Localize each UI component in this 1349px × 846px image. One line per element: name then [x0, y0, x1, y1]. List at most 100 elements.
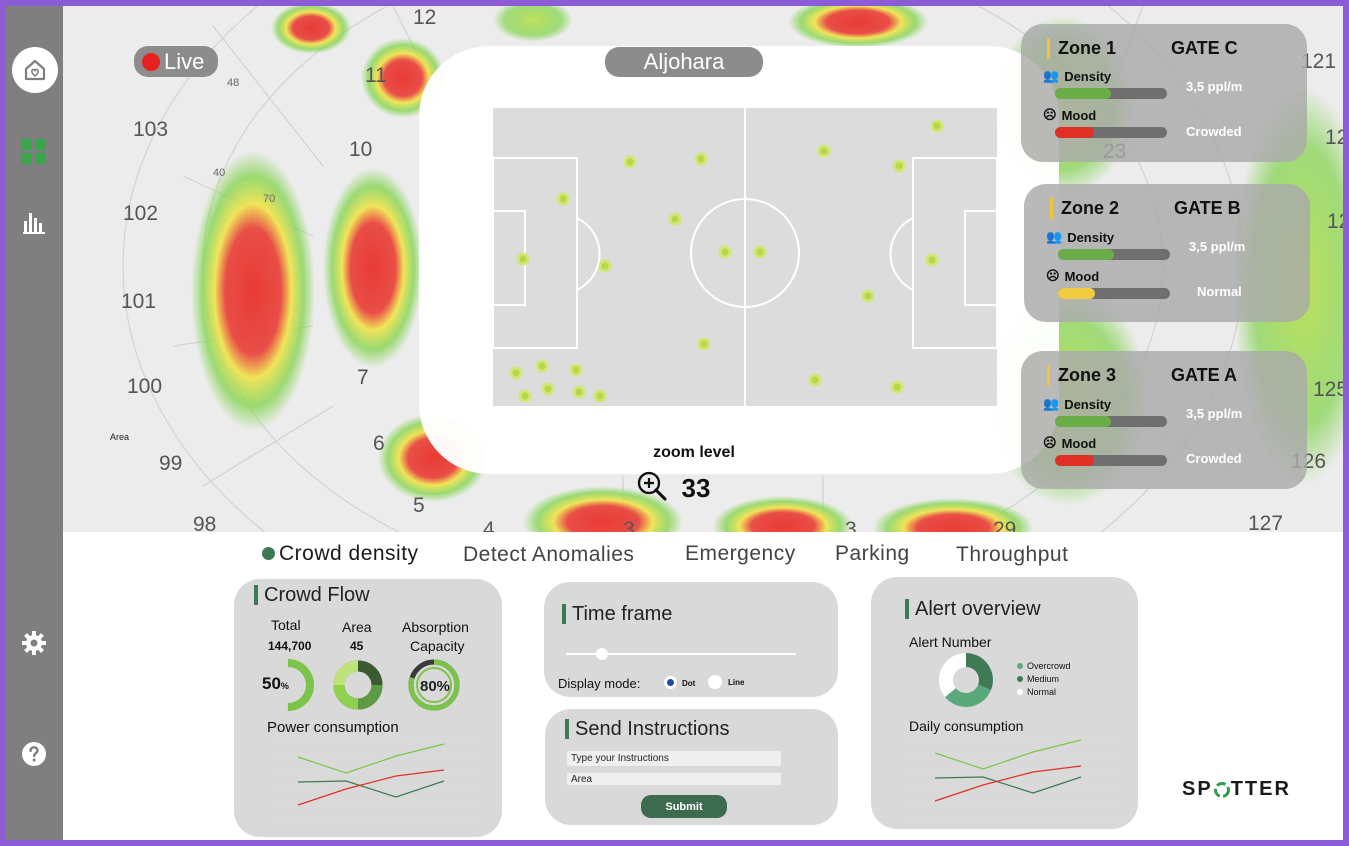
section-label: 102	[123, 202, 158, 225]
section-label: 12	[1327, 210, 1343, 233]
tab-throughput[interactable]: Throughput	[956, 543, 1068, 567]
power-consumption-chart	[272, 740, 476, 822]
gear-icon[interactable]	[20, 629, 48, 657]
density-bar-fill	[1058, 249, 1114, 260]
small-map-label: 48	[227, 77, 239, 89]
alert-legend: Overcrowd Medium Normal	[1017, 661, 1071, 700]
density-bar	[1055, 416, 1167, 427]
venue-name[interactable]: Aljohara	[605, 47, 763, 77]
density-bar-fill	[1055, 88, 1111, 99]
density-value: 3,5 ppl/m	[1186, 406, 1243, 421]
mood-bar	[1055, 127, 1167, 138]
absorption-value: 80%	[420, 678, 451, 695]
section-label: 3	[623, 518, 635, 532]
total-percent: 50%	[262, 674, 289, 693]
submit-button[interactable]: Submit	[641, 795, 727, 818]
absorption-label-2: Capacity	[410, 638, 465, 654]
zone-card-1[interactable]: Zone 1 GATE C 👥 Density 3,5 ppl/m ☹ Mood C…	[1021, 24, 1307, 162]
zoom-value: 33	[681, 472, 711, 503]
sad-face-icon: ☹	[1043, 107, 1057, 122]
section-label: 12	[1325, 126, 1343, 149]
alert-overview-title: Alert overview	[905, 599, 1041, 619]
time-frame-card: Time frame Display mode: Dot Line	[544, 582, 838, 697]
mood-value: Normal	[1197, 284, 1242, 299]
section-label: 7	[357, 366, 369, 389]
mood-label: ☹ Mood	[1043, 107, 1097, 123]
dashboard-grid-icon[interactable]	[20, 138, 48, 166]
people-icon: 👥	[1043, 396, 1060, 411]
live-dot-icon	[142, 52, 160, 71]
tab-parking[interactable]: Parking	[835, 542, 910, 566]
legend-normal: Normal	[1017, 687, 1071, 700]
people-icon: 👥	[1046, 229, 1063, 244]
section-label: 98	[193, 513, 216, 532]
stadium-heatmap[interactable]: 12 11 10 7 6 5 103 102 101 100 99 98 4 3…	[63, 6, 1343, 532]
section-label: 125	[1313, 378, 1343, 401]
power-consumption-label: Power consumption	[267, 719, 399, 736]
sad-face-icon: ☹	[1046, 268, 1060, 283]
zone-card-2[interactable]: Zone 2 GATE B 👥 Density 3,5 ppl/m ☹ Mood N…	[1024, 184, 1310, 322]
home-heart-icon[interactable]	[12, 47, 58, 93]
zoom-label: zoom level	[653, 444, 735, 461]
help-icon[interactable]	[20, 740, 48, 768]
send-instructions-title: Send Instructions	[565, 719, 730, 739]
total-value: 144,700	[268, 639, 312, 653]
time-frame-title: Time frame	[562, 604, 672, 624]
bar-chart-icon[interactable]	[20, 208, 48, 236]
section-label: 99	[159, 452, 182, 475]
crowd-flow-title: Crowd Flow	[254, 585, 370, 605]
live-indicator[interactable]: Live	[134, 46, 218, 77]
recycle-arrows-icon	[1213, 781, 1230, 798]
people-icon: 👥	[1043, 68, 1060, 83]
area-value: 45	[350, 639, 364, 653]
radio-dot[interactable]	[664, 676, 677, 689]
zone-gate: GATE C	[1171, 38, 1238, 58]
section-label: 101	[121, 290, 156, 313]
mode-tabs: Crowd density Detect Anomalies Emergency…	[6, 538, 1343, 568]
active-dot-icon	[262, 547, 275, 560]
time-slider-handle[interactable]	[596, 648, 608, 660]
section-label: 29	[993, 518, 1016, 532]
tab-emergency[interactable]: Emergency	[685, 542, 796, 566]
density-bar	[1055, 88, 1167, 99]
radio-line[interactable]	[708, 675, 722, 689]
spotter-logo: SP TTER	[1182, 778, 1291, 800]
section-label: 11	[365, 64, 387, 87]
section-label: 6	[373, 432, 385, 455]
section-label: 103	[133, 118, 168, 141]
display-mode-label: Display mode:	[558, 676, 641, 691]
area-donut	[333, 660, 383, 710]
section-label: 3	[845, 518, 857, 532]
legend-overcrowd: Overcrowd	[1017, 661, 1071, 674]
mood-bar	[1058, 288, 1170, 299]
zone-card-3[interactable]: Zone 3 GATE A 👥 Density 3,5 ppl/m ☹ Mood C…	[1021, 351, 1307, 489]
density-label: 👥 Density	[1046, 229, 1115, 245]
radio-dot-label: Dot	[682, 679, 696, 688]
density-label: 👥 Density	[1043, 396, 1112, 412]
section-label: 127	[1248, 512, 1283, 532]
small-map-label: 70	[263, 193, 275, 205]
area-label: Area	[342, 619, 372, 635]
mood-value: Crowded	[1186, 451, 1242, 466]
live-label: Live	[164, 48, 205, 74]
mood-value: Crowded	[1186, 124, 1242, 139]
mood-bar-fill	[1058, 288, 1095, 299]
zoom-control: 33	[636, 470, 756, 506]
tab-crowd-density[interactable]: Crowd density	[262, 542, 419, 566]
density-label: 👥 Density	[1043, 68, 1112, 84]
sad-face-icon: ☹	[1043, 435, 1057, 450]
density-value: 3,5 ppl/m	[1186, 79, 1243, 94]
small-map-label: Area	[110, 432, 129, 442]
total-label: Total	[271, 617, 301, 633]
zone-gate: GATE A	[1171, 365, 1237, 385]
tab-detect-anomalies[interactable]: Detect Anomalies	[463, 543, 634, 567]
zone-title: Zone 1	[1047, 38, 1116, 59]
zone-title: Zone 2	[1050, 198, 1119, 219]
instructions-input[interactable]	[567, 751, 781, 766]
daily-consumption-chart	[909, 736, 1115, 818]
alert-number-label: Alert Number	[909, 634, 992, 650]
app-frame: 12 11 10 7 6 5 103 102 101 100 99 98 4 3…	[6, 6, 1343, 840]
area-input[interactable]	[567, 773, 781, 785]
mood-bar-fill	[1055, 127, 1095, 138]
legend-medium: Medium	[1017, 674, 1071, 687]
